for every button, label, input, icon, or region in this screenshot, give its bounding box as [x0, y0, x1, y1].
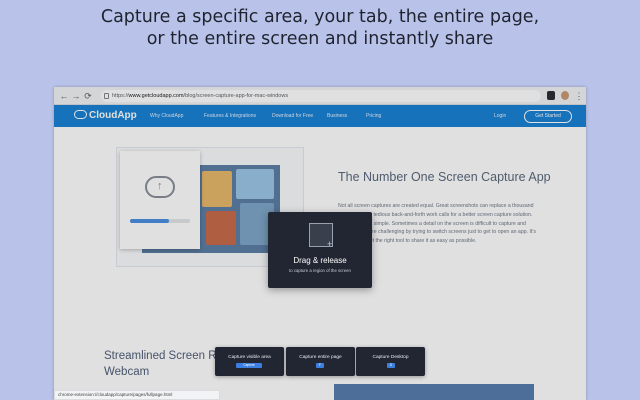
drag-release-title: Drag & release [293, 256, 347, 265]
capture-visible-area-panel[interactable]: Capture visible area Capture [215, 347, 284, 376]
section-image [334, 384, 534, 400]
headline-line-2: or the entire screen and instantly share [146, 29, 494, 49]
capture-entire-page-label: Capture entire page [299, 355, 342, 360]
drag-release-panel[interactable]: + Drag & release to capture a region of … [268, 212, 372, 288]
section-title: Streamlined Screen R [104, 350, 217, 362]
capture-desktop-label: Capture Desktop [372, 355, 409, 360]
capture-visible-area-label: Capture visible area [228, 355, 271, 360]
capture-entire-page-button[interactable]: F [316, 363, 324, 368]
status-bar-url: chrome-extension://cloudapp/capture/page… [54, 390, 220, 400]
drag-release-subtitle: to capture a region of the screen [289, 268, 351, 273]
crosshair-icon: + [327, 239, 333, 249]
promo-headline: Capture a specific area, your tab, the e… [0, 6, 640, 50]
capture-entire-page-panel[interactable]: Capture entire page F [286, 347, 355, 376]
capture-desktop-button[interactable]: D [387, 363, 395, 368]
capture-visible-area-button[interactable]: Capture [236, 363, 262, 368]
capture-desktop-panel[interactable]: Capture Desktop D [356, 347, 425, 376]
headline-line-1: Capture a specific area, your tab, the e… [100, 7, 540, 27]
section-title-2: Webcam [104, 366, 150, 378]
